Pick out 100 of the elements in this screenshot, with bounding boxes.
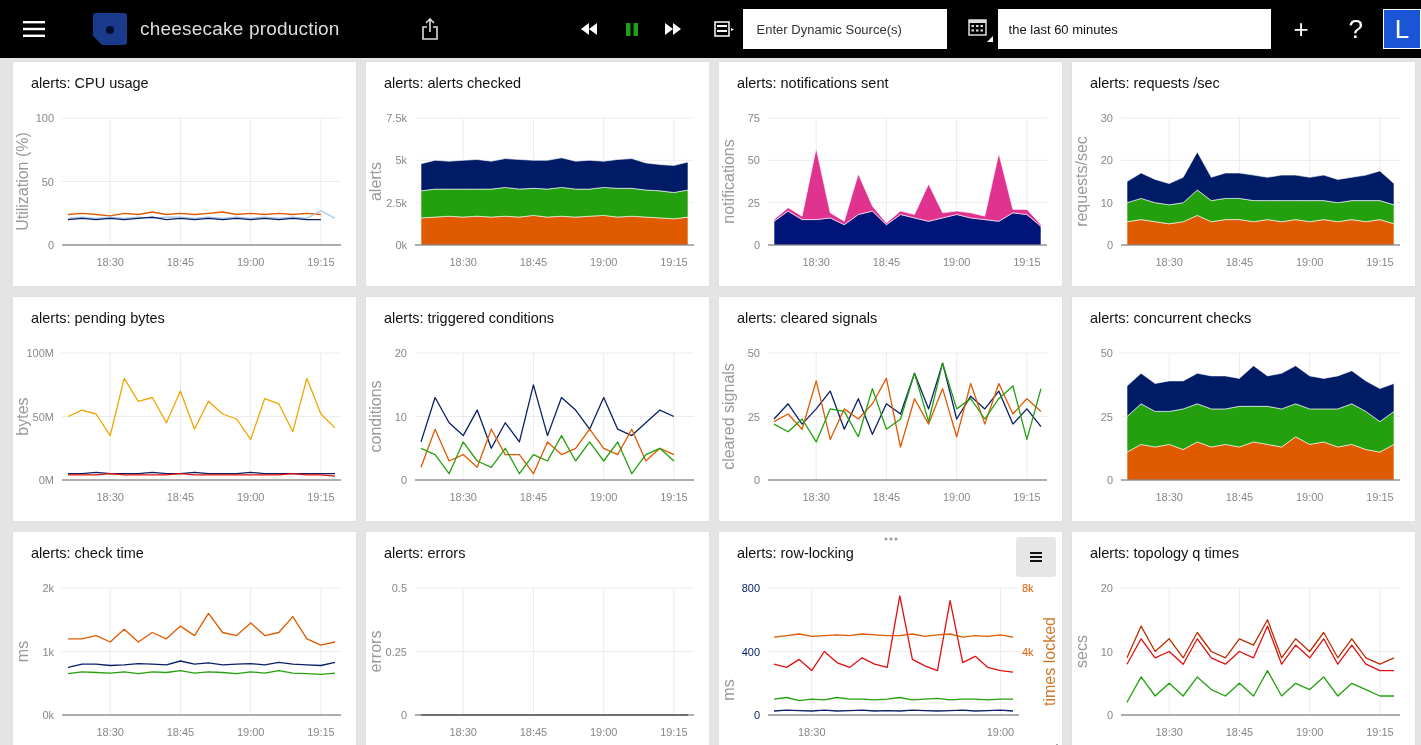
y-tick-label: 10 [1100,645,1113,658]
x-tick-label: 19:00 [589,491,618,503]
x-tick-label: 18:30 [96,491,124,503]
panel-menu-button[interactable] [1016,537,1056,577]
y-tick-label: 20 [1100,582,1113,594]
x-tick-label: 18:45 [166,491,195,503]
y-tick-label: 2.5k [386,196,407,209]
x-tick-label: 18:30 [1155,491,1183,503]
y-tick-label: 20 [394,347,407,359]
y-axis-title: notifications [720,139,737,224]
y-tick-label: 50 [41,175,54,188]
menu-icon[interactable] [23,21,45,37]
y-tick-label: 1k [42,645,54,658]
y-tick-label: 7.5k [386,112,407,124]
y-axis-title: errors [367,630,384,673]
y-tick-label: 8k [1022,582,1034,594]
y-tick-label: 800 [741,582,760,594]
y-tick-label: 0 [753,474,760,486]
x-tick-label: 18:30 [96,256,124,268]
x-tick-label: 19:15 [1013,256,1041,268]
x-tick-label: 19:00 [986,726,1015,738]
chart-title: alerts: triggered conditions [384,309,555,328]
x-tick-label: 19:00 [942,256,971,268]
x-tick-label: 19:00 [236,491,265,503]
x-tick-label: 18:30 [797,726,826,738]
y-axis-title: alerts [367,161,384,202]
x-tick-label: 18:45 [519,256,548,268]
x-tick-label: 19:00 [589,726,618,738]
help-button[interactable]: ? [1342,16,1370,42]
x-tick-label: 18:30 [1155,726,1183,738]
y-axis-title: ms [14,640,31,663]
y-tick-label: 0 [753,709,760,721]
x-tick-label: 19:00 [942,491,971,503]
x-tick-label: 18:30 [449,491,477,503]
y-tick-label: 30 [1100,112,1113,124]
y-tick-label: 0 [1106,474,1113,486]
y-axis-title: times locked [1041,617,1058,706]
x-tick-label: 19:15 [1013,491,1041,503]
y-tick-label: 4k [1022,645,1034,658]
rewind-icon[interactable] [580,23,597,35]
y-tick-label: 0 [1106,239,1113,251]
y-tick-label: 100M [26,347,54,359]
time-range-field[interactable]: the last 60 minutes [997,9,1272,49]
menu-icon [1030,552,1042,562]
y-axis-title: ms [720,679,737,701]
chart-title: alerts: topology q times [1090,544,1240,563]
panel-toggle-icon[interactable] [713,21,734,37]
chart-title: alerts: alerts checked [384,74,521,93]
x-tick-label: 18:30 [96,726,124,738]
y-tick-label: 10 [394,410,407,423]
x-tick-label: 19:15 [307,256,335,268]
x-tick-label: 18:30 [802,256,830,268]
y-tick-label: 0k [395,239,407,251]
x-tick-label: 18:45 [1225,256,1254,268]
chart-title: alerts: requests /sec [1090,74,1220,93]
x-tick-label: 18:45 [872,491,901,503]
y-tick-label: 75 [747,112,760,124]
x-tick-label: 18:45 [1225,726,1254,738]
x-tick-label: 19:15 [1366,491,1394,503]
logo-icon [93,13,127,45]
x-tick-label: 18:45 [1225,491,1254,503]
x-tick-label: 19:00 [1295,491,1324,503]
add-button[interactable]: + [1287,16,1315,42]
y-tick-label: 5k [395,154,407,167]
y-axis-title: requests/sec [1073,136,1090,227]
y-tick-label: 0.25 [385,645,407,658]
user-avatar-button[interactable]: L [1383,9,1421,49]
y-tick-label: 2k [42,582,54,594]
source-field[interactable]: Enter Dynamic Source(s) [742,9,947,49]
x-tick-label: 18:45 [872,256,901,268]
x-tick-label: 19:15 [1366,256,1394,268]
y-tick-label: 0 [47,239,54,251]
x-tick-label: 18:30 [449,726,477,738]
chart-title: alerts: notifications sent [737,74,889,93]
share-icon[interactable] [421,18,438,40]
y-tick-label: 400 [741,645,760,658]
y-axis-title: cleared signals [720,363,737,470]
x-tick-label: 19:15 [660,491,688,503]
y-tick-label: 25 [1100,410,1113,423]
chart-title: alerts: errors [384,544,466,563]
y-tick-label: 0 [400,709,407,721]
x-tick-label: 19:15 [307,726,335,738]
y-axis-title: bytes [14,397,31,436]
y-axis-title: secs [1073,635,1090,668]
chart-title: alerts: row-locking [737,544,854,563]
y-axis-title: Utilization (%) [14,132,31,231]
fast-forward-icon[interactable] [664,23,681,35]
chart-title: alerts: concurrent checks [1090,309,1252,328]
pause-icon[interactable] [625,22,638,36]
drag-handle-icon[interactable] [884,537,898,541]
y-axis-title: conditions [367,380,384,453]
y-tick-label: 100 [35,112,54,124]
chart-title: alerts: pending bytes [31,309,165,328]
x-tick-label: 18:45 [519,726,548,738]
x-tick-label: 18:45 [166,256,195,268]
x-tick-label: 18:45 [519,491,548,503]
x-tick-label: 19:15 [307,491,335,503]
x-tick-label: 19:00 [1295,256,1324,268]
x-tick-label: 18:30 [1155,256,1183,268]
y-tick-label: 50M [32,410,54,423]
